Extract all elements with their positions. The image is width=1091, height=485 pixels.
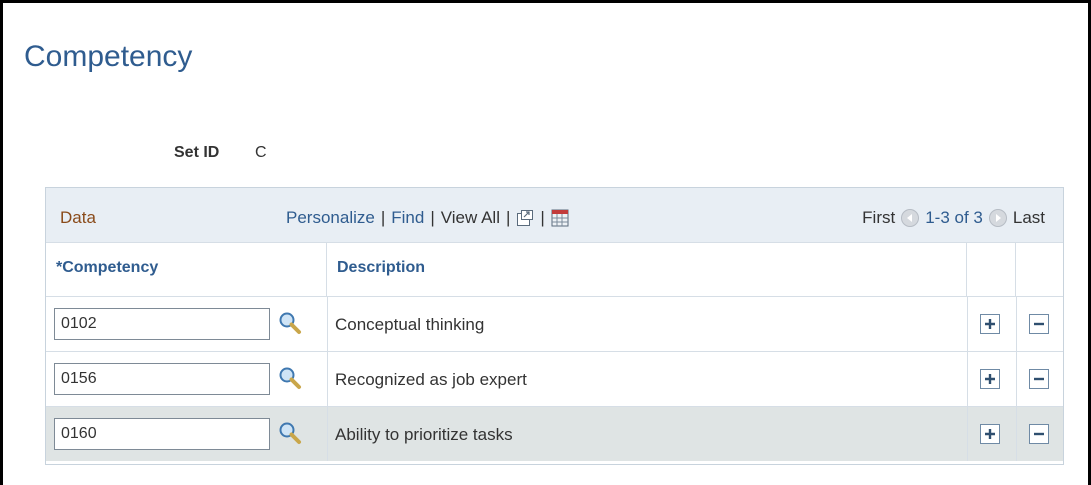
column-header-add bbox=[967, 242, 1016, 296]
nav-separator: | bbox=[430, 208, 435, 227]
add-row-icon[interactable] bbox=[980, 314, 1000, 334]
page-title: Competency bbox=[24, 40, 193, 73]
competency-description: Ability to prioritize tasks bbox=[335, 425, 513, 444]
column-header-delete bbox=[1016, 242, 1063, 296]
first-label: First bbox=[862, 208, 896, 227]
new-window-icon[interactable] bbox=[516, 209, 534, 227]
competency-code-input[interactable] bbox=[54, 308, 270, 340]
column-header-competency: *Competency bbox=[46, 242, 327, 296]
column-label: *Competency bbox=[56, 259, 159, 276]
grid-header: Data Personalize | Find | View All | | F… bbox=[46, 188, 1063, 243]
set-id-label: Set ID bbox=[174, 144, 220, 161]
lookup-icon[interactable] bbox=[278, 366, 302, 390]
table-row: Recognized as job expert bbox=[46, 351, 1063, 406]
column-label: Description bbox=[337, 259, 426, 276]
delete-row-icon[interactable] bbox=[1029, 314, 1049, 334]
competency-description: Conceptual thinking bbox=[335, 315, 485, 334]
competency-code-input[interactable] bbox=[54, 363, 270, 395]
set-id-value: C bbox=[255, 144, 267, 161]
delete-row-icon[interactable] bbox=[1029, 369, 1049, 389]
view-all-link[interactable]: View All bbox=[441, 208, 500, 228]
table-row: Conceptual thinking bbox=[46, 296, 1063, 351]
personalize-link[interactable]: Personalize bbox=[286, 208, 375, 228]
grid-paging: First 1-3 of 3 Last bbox=[862, 208, 1045, 228]
spreadsheet-icon[interactable] bbox=[551, 209, 569, 227]
nav-separator: | bbox=[540, 208, 545, 227]
grid-title: Data bbox=[60, 208, 96, 227]
last-label: Last bbox=[1012, 208, 1045, 227]
grid-nav: Personalize | Find | View All | | bbox=[286, 208, 569, 228]
add-row-icon[interactable] bbox=[980, 369, 1000, 389]
find-link[interactable]: Find bbox=[391, 208, 424, 228]
competency-grid: Data Personalize | Find | View All | | F… bbox=[45, 187, 1064, 465]
add-row-icon[interactable] bbox=[980, 424, 1000, 444]
column-header-description: Description bbox=[327, 242, 967, 296]
lookup-icon[interactable] bbox=[278, 421, 302, 445]
nav-separator: | bbox=[505, 208, 511, 227]
lookup-icon[interactable] bbox=[278, 311, 302, 335]
nav-separator: | bbox=[380, 208, 386, 227]
competency-code-input[interactable] bbox=[54, 418, 270, 450]
range-label: 1-3 of 3 bbox=[925, 208, 983, 227]
previous-arrow-icon[interactable] bbox=[901, 209, 920, 227]
delete-row-icon[interactable] bbox=[1029, 424, 1049, 444]
next-arrow-icon[interactable] bbox=[988, 209, 1007, 227]
competency-description: Recognized as job expert bbox=[335, 370, 527, 389]
table-row: Ability to prioritize tasks bbox=[46, 406, 1063, 461]
